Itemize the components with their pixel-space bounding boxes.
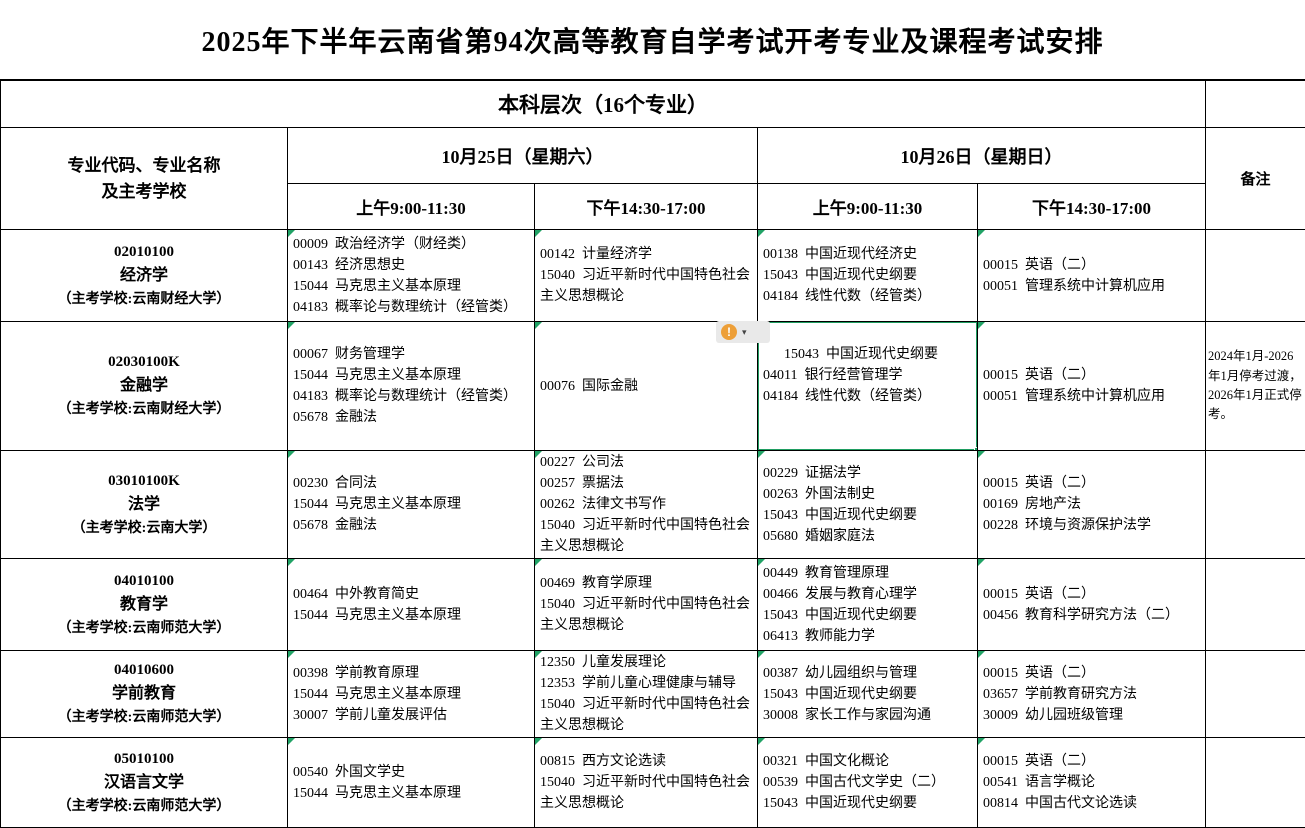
cell-day1-pm[interactable]: 00815 西方文论选读 15040 习近平新时代中国特色社会主义思想概论 [535,738,758,828]
cell-remark[interactable]: 2024年1月-2026年1月停考过渡，2026年1月正式停考。 [1206,322,1305,451]
header-major-line1: 专业代码、专业名称 [5,153,283,179]
cell-day1-pm[interactable]: 12350 儿童发展理论 12353 学前儿童心理健康与辅导 15040 习近平… [535,651,758,738]
cell-day2-am[interactable]: 00138 中国近现代经济史 15043 中国近现代史纲要 04184 线性代数… [758,230,978,322]
header-day2-am[interactable]: 上午9:00-11:30 [758,184,978,230]
warning-icon: ! [721,324,737,340]
major-name: 教育学 [5,593,283,618]
header-day2[interactable]: 10月26日（星期日） [758,128,1206,184]
cell-day1-pm[interactable]: 00469 教育学原理 15040 习近平新时代中国特色社会主义思想概论 [535,559,758,651]
header-day1-pm[interactable]: 下午14:30-17:00 [535,184,758,230]
cell-day2-am[interactable]: 00449 教育管理原理 00466 发展与教育心理学 15043 中国近现代史… [758,559,978,651]
selection-border [758,322,978,451]
major-code: 02030100K [5,351,283,374]
cell-day2-pm[interactable]: 00015 英语（二） 00541 语言学概论 00814 中国古代文论选读 [978,738,1206,828]
cell-day2-am-selected[interactable]: 15043 中国近现代史纲要 04011 银行经营管理学 04184 线性代数（… [758,322,978,451]
cell-remark[interactable] [1206,451,1305,559]
cell-day2-pm[interactable]: 00015 英语（二） 03657 学前教育研究方法 30009 幼儿园班级管理 [978,651,1206,738]
cell-day1-am[interactable]: 00230 合同法 15044 马克思主义基本原理 05678 金融法 [288,451,535,559]
cell-remark[interactable] [1206,738,1305,828]
header-day1-am[interactable]: 上午9:00-11:30 [288,184,535,230]
cell-day2-am[interactable]: 00321 中国文化概论 00539 中国古代文学史（二） 15043 中国近现… [758,738,978,828]
cell-day2-pm[interactable]: 00015 英语（二） 00169 房地产法 00228 环境与资源保护法学 [978,451,1206,559]
chevron-down-icon: ▾ [742,327,747,338]
cell-remark[interactable] [1206,230,1305,322]
cell-day1-pm[interactable]: 00142 计量经济学 15040 习近平新时代中国特色社会主义思想概论 [535,230,758,322]
cell-major[interactable]: 02010100 经济学 （主考学校:云南财经大学） [1,230,288,322]
exam-schedule-table: 本科层次（16个专业） 专业代码、专业名称 及主考学校 10月25日（星期六） … [0,80,1305,828]
header-major-column[interactable]: 专业代码、专业名称 及主考学校 [1,128,288,230]
cell-remark[interactable] [1206,559,1305,651]
selected-cell-text: 15043 中国近现代史纲要 04011 银行经营管理学 04184 线性代数（… [763,347,938,404]
section-header-remark-spacer[interactable] [1206,81,1305,128]
major-code: 05010100 [5,748,283,771]
table-row: 04010100 教育学 （主考学校:云南师范大学） 00464 中外教育简史 … [1,559,1305,651]
major-school: （主考学校:云南财经大学） [5,289,283,311]
cell-day1-am[interactable]: 00540 外国文学史 15044 马克思主义基本原理 [288,738,535,828]
cell-day2-am[interactable]: 00387 幼儿园组织与管理 15043 中国近现代史纲要 30008 家长工作… [758,651,978,738]
cell-remark[interactable] [1206,651,1305,738]
page-title: 2025年下半年云南省第94次高等教育自学考试开考专业及课程考试安排 [0,0,1305,80]
section-header-cell[interactable]: 本科层次（16个专业） [1,81,1206,128]
cell-major[interactable]: 03010100K 法学 （主考学校:云南大学） [1,451,288,559]
cell-day2-pm[interactable]: 00015 英语（二） 00051 管理系统中计算机应用 [978,322,1206,451]
header-remark[interactable]: 备注 [1206,128,1305,230]
cell-day1-am[interactable]: 00067 财务管理学 15044 马克思主义基本原理 04183 概率论与数理… [288,322,535,451]
major-school: （主考学校:云南师范大学） [5,707,283,729]
table-row: 05010100 汉语言文学 （主考学校:云南师范大学） 00540 外国文学史… [1,738,1305,828]
cell-day1-am[interactable]: 00464 中外教育简史 15044 马克思主义基本原理 [288,559,535,651]
header-day1[interactable]: 10月25日（星期六） [288,128,758,184]
major-name: 经济学 [5,264,283,289]
major-school: （主考学校:云南大学） [5,518,283,540]
header-day2-pm[interactable]: 下午14:30-17:00 [978,184,1206,230]
cell-major[interactable]: 04010600 学前教育 （主考学校:云南师范大学） [1,651,288,738]
cell-major[interactable]: 05010100 汉语言文学 （主考学校:云南师范大学） [1,738,288,828]
cell-day1-pm[interactable]: 00227 公司法 00257 票据法 00262 法律文书写作 15040 习… [535,451,758,559]
major-code: 02010100 [5,241,283,264]
major-code: 04010600 [5,659,283,682]
cell-day1-am[interactable]: 00009 政治经济学（财经类） 00143 经济思想史 15044 马克思主义… [288,230,535,322]
major-school: （主考学校:云南师范大学） [5,796,283,818]
major-school: （主考学校:云南财经大学） [5,399,283,421]
table-row: 02030100K 金融学 （主考学校:云南财经大学） 00067 财务管理学 … [1,322,1305,451]
cell-day2-pm[interactable]: 00015 英语（二） 00456 教育科学研究方法（二） [978,559,1206,651]
cell-day2-am[interactable]: 00229 证据法学 00263 外国法制史 15043 中国近现代史纲要 05… [758,451,978,559]
major-name: 汉语言文学 [5,771,283,796]
table-row: 02010100 经济学 （主考学校:云南财经大学） 00009 政治经济学（财… [1,230,1305,322]
cell-day2-pm[interactable]: 00015 英语（二） 00051 管理系统中计算机应用 [978,230,1206,322]
table-row: 04010600 学前教育 （主考学校:云南师范大学） 00398 学前教育原理… [1,651,1305,738]
table-row: 03010100K 法学 （主考学校:云南大学） 00230 合同法 15044… [1,451,1305,559]
major-code: 04010100 [5,570,283,593]
trace-error-dropdown[interactable]: ! ▾ [716,321,770,343]
major-name: 金融学 [5,374,283,399]
cell-day1-am[interactable]: 00398 学前教育原理 15044 马克思主义基本原理 30007 学前儿童发… [288,651,535,738]
major-school: （主考学校:云南师范大学） [5,618,283,640]
header-major-line2: 及主考学校 [5,179,283,205]
cell-major[interactable]: 04010100 教育学 （主考学校:云南师范大学） [1,559,288,651]
major-code: 03010100K [5,470,283,493]
major-name: 学前教育 [5,682,283,707]
major-name: 法学 [5,493,283,518]
cell-major[interactable]: 02030100K 金融学 （主考学校:云南财经大学） [1,322,288,451]
